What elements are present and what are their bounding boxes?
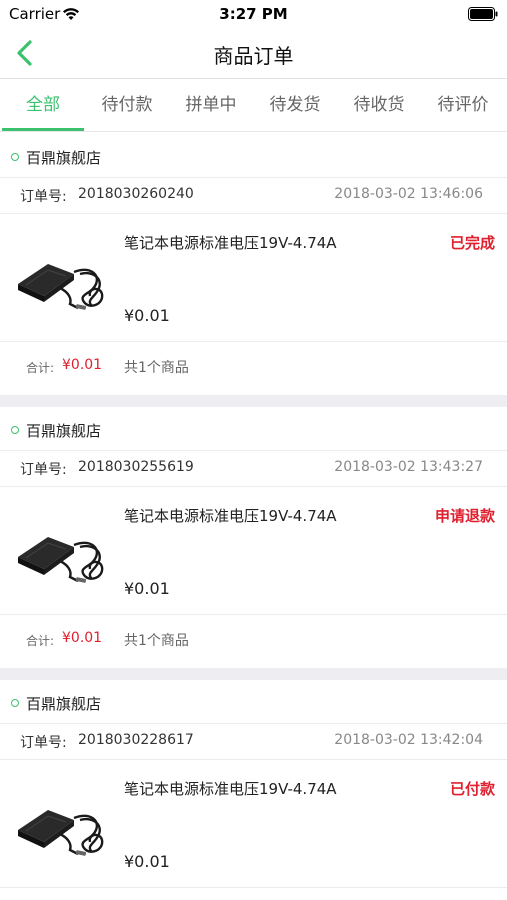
store-row[interactable]: 百鼎旗舰店 xyxy=(0,410,507,451)
store-dot-icon xyxy=(11,153,19,161)
product-price: ¥0.01 xyxy=(124,306,170,325)
page-title: 商品订单 xyxy=(213,44,294,68)
total-amount: ¥0.01 xyxy=(62,630,103,646)
item-count: 共1个商品 xyxy=(124,360,189,376)
store-name: 百鼎旗舰店 xyxy=(26,422,102,440)
status-bar: Carrier 3:27 PM xyxy=(0,0,507,28)
order-time: 2018-03-02 13:43:27 xyxy=(334,459,483,475)
order-status-tabs: 全部 待付款 拼单中 待发货 待收货 待评价 xyxy=(0,79,507,132)
order-number-row: 订单号: 2018030228617 2018-03-02 13:42:04 xyxy=(0,724,507,760)
order-status-badge: 申请退款 xyxy=(434,507,495,525)
store-dot-icon xyxy=(11,426,19,434)
navigation-bar: 商品订单 xyxy=(0,28,507,79)
power-adapter-image xyxy=(18,264,104,310)
store-name: 百鼎旗舰店 xyxy=(26,695,102,713)
tab-group-buying[interactable]: 拼单中 xyxy=(169,79,253,131)
order-number-label: 订单号: xyxy=(20,735,67,751)
item-count: 共1个商品 xyxy=(124,633,189,649)
tab-pending-review[interactable]: 待评价 xyxy=(421,79,505,131)
product-name: 笔记本电源标准电压19V-4.74A xyxy=(124,234,337,252)
order-summary: 合计: ¥0.01 共1个商品 xyxy=(0,342,507,392)
store-row[interactable]: 百鼎旗舰店 xyxy=(0,683,507,724)
product-row[interactable]: 笔记本电源标准电压19V-4.74A 申请退款 ¥0.01 xyxy=(0,487,507,615)
order-number-label: 订单号: xyxy=(20,462,67,478)
total-amount: ¥0.01 xyxy=(62,357,103,373)
tab-pending-receipt[interactable]: 待收货 xyxy=(337,79,421,131)
order-number: 2018030260240 xyxy=(78,186,194,202)
active-tab-indicator xyxy=(2,128,84,131)
order-status-badge: 已完成 xyxy=(449,234,495,252)
order-number-row: 订单号: 2018030260240 2018-03-02 13:46:06 xyxy=(0,178,507,214)
tab-pending-shipment[interactable]: 待发货 xyxy=(253,79,337,131)
total-label: 合计: xyxy=(26,634,55,648)
tab-all[interactable]: 全部 xyxy=(1,79,85,131)
product-price: ¥0.01 xyxy=(124,852,170,871)
order-status-badge: 已付款 xyxy=(449,780,495,798)
product-name: 笔记本电源标准电压19V-4.74A xyxy=(124,780,337,798)
product-row[interactable]: 笔记本电源标准电压19V-4.74A 已完成 ¥0.01 xyxy=(0,214,507,342)
product-row[interactable]: 笔记本电源标准电压19V-4.74A 已付款 ¥0.01 xyxy=(0,760,507,888)
product-name: 笔记本电源标准电压19V-4.74A xyxy=(124,507,337,525)
order-summary: 合计: ¥0.01 共1个商品 xyxy=(0,615,507,665)
order-number-row: 订单号: 2018030255619 2018-03-02 13:43:27 xyxy=(0,451,507,487)
order-number: 2018030228617 xyxy=(78,732,194,748)
section-divider xyxy=(0,395,507,407)
order-card[interactable]: 百鼎旗舰店 订单号: 2018030228617 2018-03-02 13:4… xyxy=(0,683,507,900)
order-number-label: 订单号: xyxy=(20,189,67,205)
clock-label: 3:27 PM xyxy=(219,5,288,23)
battery-icon xyxy=(468,7,498,21)
section-divider xyxy=(0,668,507,680)
order-time: 2018-03-02 13:46:06 xyxy=(334,186,483,202)
total-label: 合计: xyxy=(26,361,55,375)
store-dot-icon xyxy=(11,699,19,707)
product-price: ¥0.01 xyxy=(124,579,170,598)
store-name: 百鼎旗舰店 xyxy=(26,149,102,167)
power-adapter-image xyxy=(18,537,104,583)
order-number: 2018030255619 xyxy=(78,459,194,475)
power-adapter-image xyxy=(18,810,104,856)
order-card[interactable]: 百鼎旗舰店 订单号: 2018030255619 2018-03-02 13:4… xyxy=(0,410,507,666)
order-card[interactable]: 百鼎旗舰店 订单号: 2018030260240 2018-03-02 13:4… xyxy=(0,137,507,393)
tab-pending-payment[interactable]: 待付款 xyxy=(85,79,169,131)
order-time: 2018-03-02 13:42:04 xyxy=(334,732,483,748)
store-row[interactable]: 百鼎旗舰店 xyxy=(0,137,507,178)
